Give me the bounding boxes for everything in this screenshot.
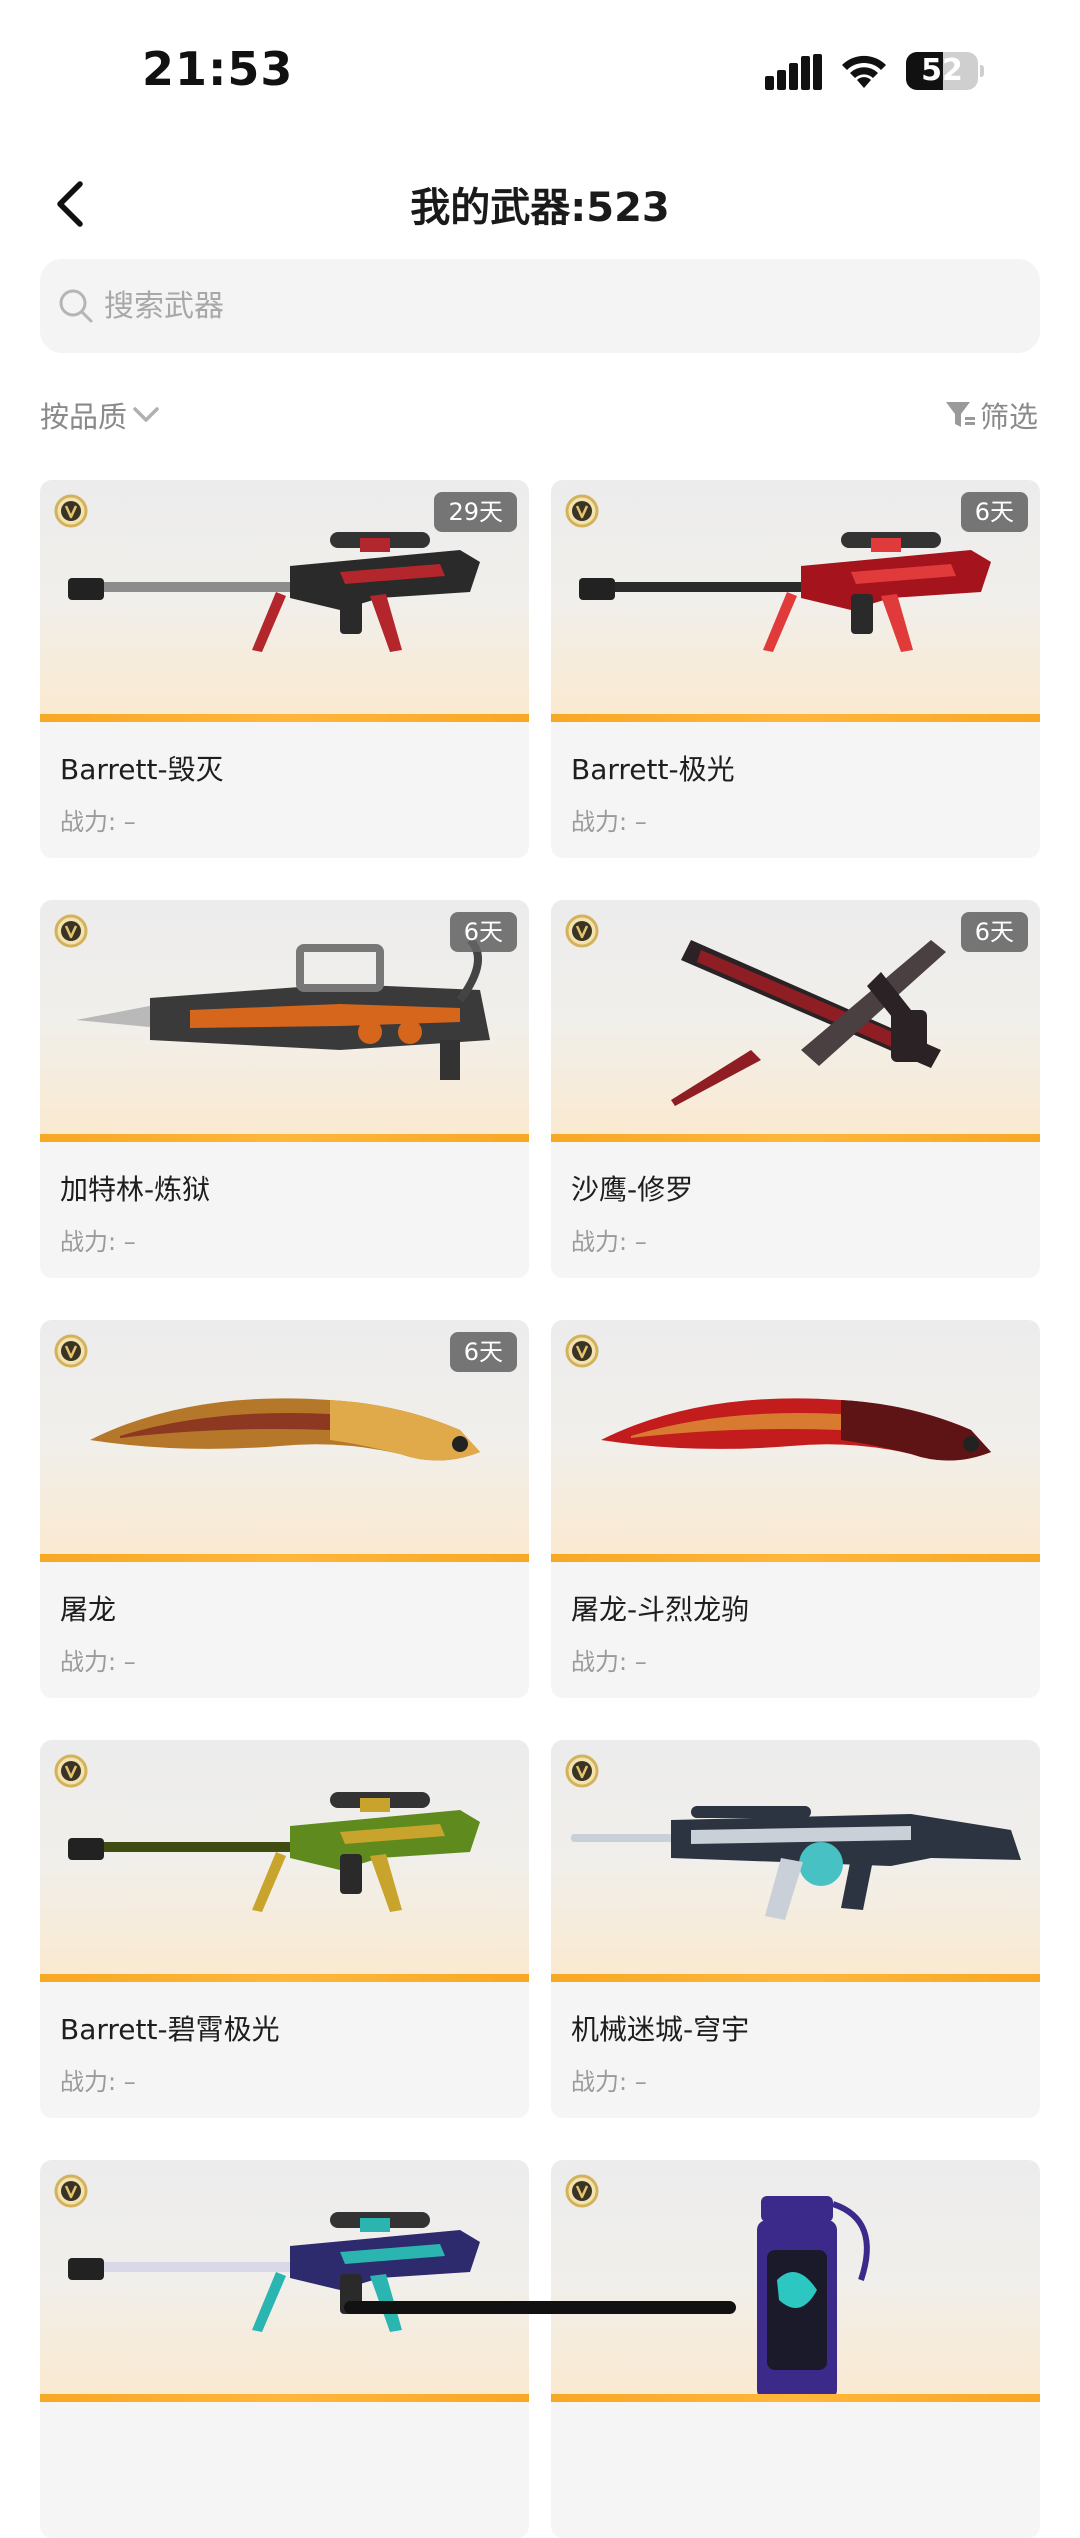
weapon-power: 战力: – [571, 1228, 647, 1256]
weapon-power: 战力: – [60, 2068, 136, 2096]
vip-badge-icon [54, 1754, 88, 1788]
vip-badge-icon [565, 914, 599, 948]
sort-by-quality-button[interactable]: 按品质 [40, 392, 161, 438]
filter-icon [945, 402, 975, 427]
weapon-image: 6天 [40, 900, 529, 1142]
weapon-name: 沙鹰-修罗 [571, 1173, 694, 1206]
weapon-art [68, 2212, 480, 2332]
vip-badge-icon [54, 2174, 88, 2208]
weapon-art [757, 2196, 870, 2394]
weapon-power: 战力: – [60, 1228, 136, 1256]
status-bar: 21:53 52 [0, 0, 1080, 140]
weapon-art [571, 1806, 1021, 1920]
weapon-image: 6天 [40, 1320, 529, 1562]
days-remaining-badge: 6天 [449, 912, 517, 952]
wifi-icon [842, 55, 886, 88]
days-remaining-badge: 6天 [960, 912, 1028, 952]
filter-label: 筛选 [979, 400, 1038, 434]
vip-badge-icon [54, 494, 88, 528]
status-time: 21:53 [142, 42, 294, 96]
vip-badge-icon [565, 2174, 599, 2208]
weapon-card[interactable]: Barrett-碧霄极光战力: – [40, 1740, 529, 2118]
weapon-name: 屠龙 [60, 1593, 117, 1626]
weapon-image [40, 1740, 529, 1982]
days-remaining-badge: 6天 [449, 1332, 517, 1372]
weapon-card[interactable]: 29天 Barrett-毁灭战力: – [40, 480, 529, 858]
weapon-name: 机械迷城-穹宇 [571, 2013, 750, 2046]
weapon-image: 29天 [40, 480, 529, 722]
weapon-image: 6天 [551, 480, 1040, 722]
weapon-name: Barrett-极光 [571, 753, 735, 786]
weapon-image [551, 1740, 1040, 1982]
home-indicator[interactable] [344, 2301, 736, 2314]
search-icon [59, 289, 93, 323]
days-remaining-badge: 6天 [960, 492, 1028, 532]
weapon-card[interactable]: 6天 Barrett-极光战力: – [551, 480, 1040, 858]
weapon-image [551, 2160, 1040, 2402]
weapon-card[interactable] [551, 2160, 1040, 2538]
vip-badge-icon [54, 914, 88, 948]
weapon-image: 6天 [551, 900, 1040, 1142]
weapon-image [551, 1320, 1040, 1562]
weapon-card[interactable]: 6天沙鹰-修罗战力: – [551, 900, 1040, 1278]
weapon-power: 战力: – [571, 1648, 647, 1676]
weapon-name: Barrett-碧霄极光 [60, 2013, 280, 2046]
weapon-power: 战力: – [571, 808, 647, 836]
page-title: 我的武器:523 [410, 185, 670, 231]
cellular-signal-icon [765, 54, 822, 90]
weapon-card[interactable]: 屠龙-斗烈龙驹战力: – [551, 1320, 1040, 1698]
sort-label: 按品质 [40, 400, 128, 434]
chevron-down-icon [133, 407, 159, 422]
vip-badge-icon [565, 494, 599, 528]
weapon-art [601, 1398, 991, 1461]
weapon-card[interactable]: 6天屠龙战力: – [40, 1320, 529, 1698]
weapon-power: 战力: – [571, 2068, 647, 2096]
battery-level: 52 [921, 53, 963, 88]
days-remaining-badge: 29天 [434, 492, 517, 532]
weapon-art [68, 1792, 480, 1912]
weapon-power: 战力: – [60, 808, 136, 836]
vip-badge-icon [565, 1334, 599, 1368]
vip-badge-icon [54, 1334, 88, 1368]
weapon-image [40, 2160, 529, 2402]
weapon-power: 战力: – [60, 1648, 136, 1676]
weapon-name: Barrett-毁灭 [60, 753, 224, 786]
search-input[interactable] [104, 281, 1004, 331]
weapon-card[interactable]: 机械迷城-穹宇战力: – [551, 1740, 1040, 2118]
weapon-name: 加特林-炼狱 [60, 1173, 211, 1206]
filter-button[interactable]: 筛选 [944, 392, 1038, 438]
weapon-card[interactable] [40, 2160, 529, 2538]
weapon-card[interactable]: 6天加特林-炼狱战力: – [40, 900, 529, 1278]
battery-icon: 52 [906, 52, 984, 90]
vip-badge-icon [565, 1754, 599, 1788]
weapon-name: 屠龙-斗烈龙驹 [571, 1593, 750, 1626]
